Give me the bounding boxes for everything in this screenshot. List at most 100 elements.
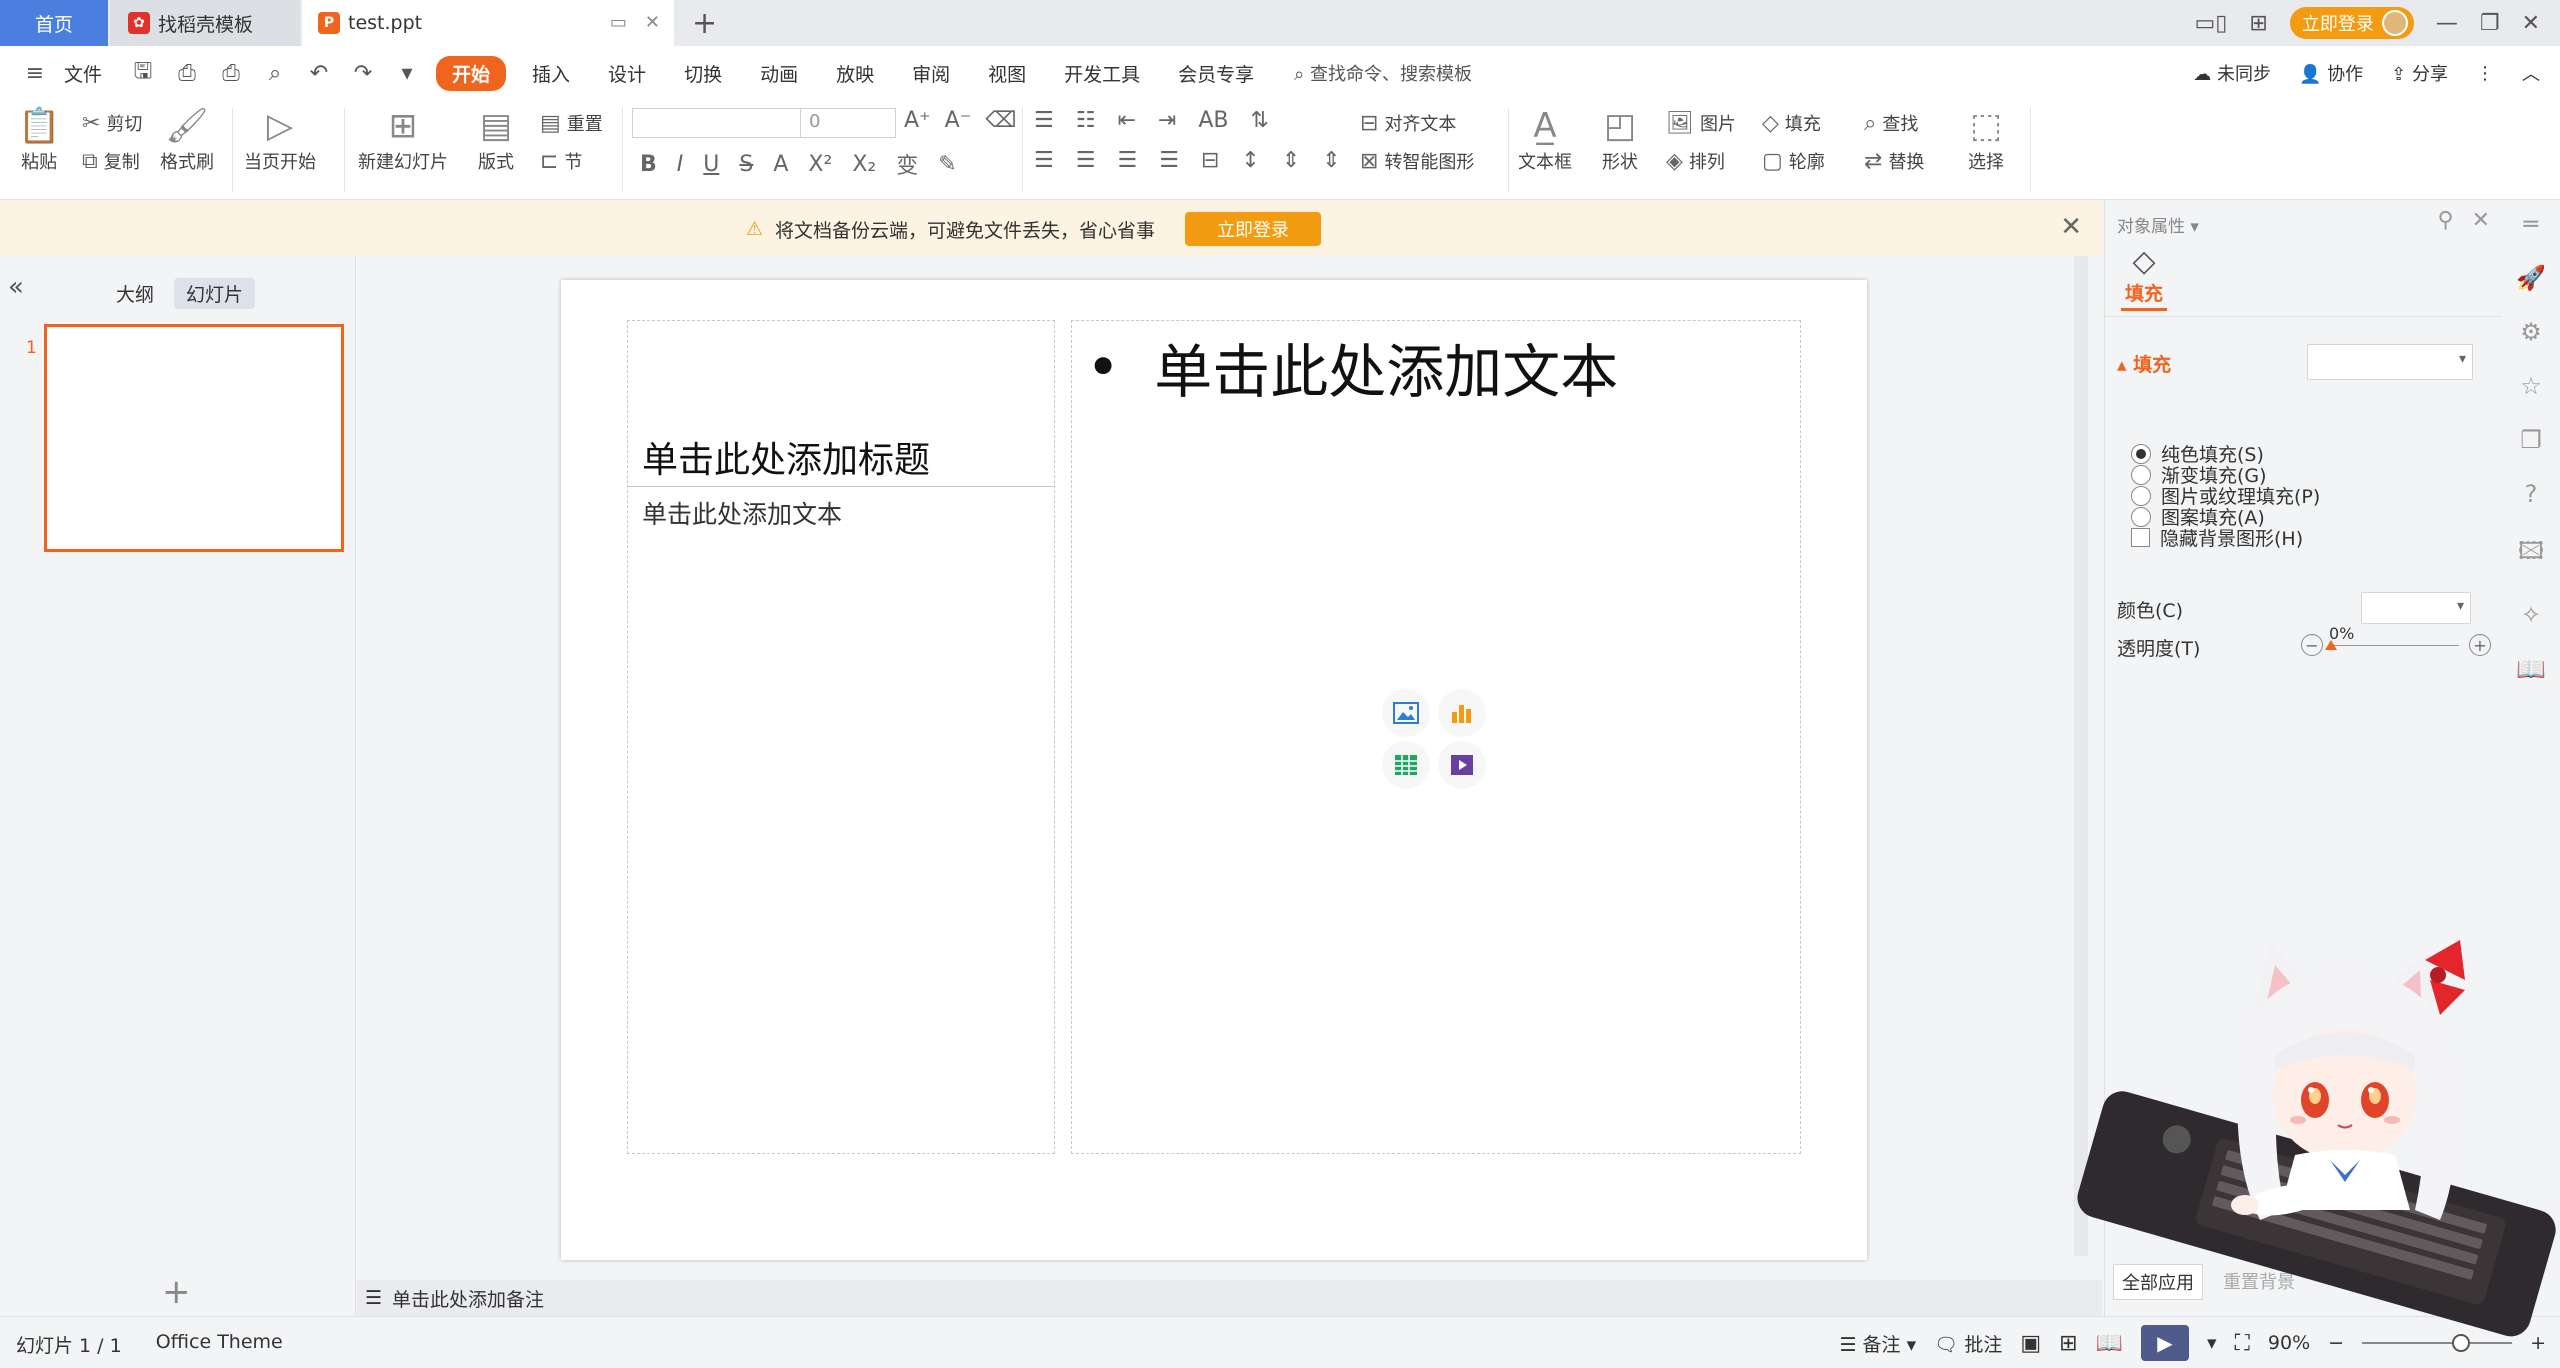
new-slide-button[interactable]: ⊞ 新建幻灯片 [358, 104, 448, 174]
menu-design[interactable]: 设计 [596, 56, 658, 91]
menu-slideshow[interactable]: 放映 [824, 56, 886, 91]
plus-icon[interactable]: + [2469, 634, 2491, 656]
content-placeholder[interactable]: • 单击此处添加文本 [1071, 320, 1801, 1154]
smart-art-button[interactable]: ⊠ 转智能图形 [1360, 148, 1474, 174]
slider-thumb[interactable] [2325, 640, 2337, 650]
menu-transition[interactable]: 切换 [672, 56, 734, 91]
notes-toggle[interactable]: ☰ 备注 ▾ [1839, 1330, 1916, 1357]
image-icon[interactable]: 🖾 [2518, 534, 2544, 575]
fill-button[interactable]: ◇ 填充 [1762, 110, 1821, 136]
minimize-icon[interactable]: — [2436, 11, 2458, 36]
align-center-icon[interactable]: ☰ [1076, 148, 1096, 173]
line-spacing-icon[interactable]: ↕ [1241, 148, 1259, 173]
menu-developer[interactable]: 开发工具 [1052, 56, 1152, 91]
menu-insert[interactable]: 插入 [520, 56, 582, 91]
underline-icon[interactable]: U [703, 152, 719, 177]
more-icon[interactable]: ⋮ [2476, 63, 2494, 84]
hide-bg-checkbox[interactable] [2131, 528, 2150, 547]
layout-icon[interactable]: ▭▯ [2194, 11, 2227, 36]
slide-thumbnail[interactable] [44, 324, 344, 552]
insert-video-icon[interactable] [1438, 741, 1486, 789]
left-body-placeholder[interactable]: 单击此处添加文本 [642, 495, 842, 531]
sync-button[interactable]: ☁ 未同步 [2193, 60, 2271, 86]
strikethrough-icon[interactable]: S [739, 152, 753, 177]
insert-picture-icon[interactable] [1382, 689, 1430, 737]
align-right-icon[interactable]: ☰ [1117, 148, 1137, 173]
reset-button[interactable]: ▤ 重置 [540, 110, 603, 136]
paste-button[interactable]: 📋 粘贴 [18, 104, 60, 174]
arrange-button[interactable]: ◈ 排列 [1666, 148, 1725, 174]
close-tab-icon[interactable]: ✕ [645, 12, 660, 33]
apps-grid-icon[interactable]: ⊞ [2249, 11, 2267, 36]
help-icon[interactable]: ? [2525, 480, 2538, 508]
color-select[interactable]: ▾ [2361, 592, 2471, 624]
print-icon[interactable]: ⎙ [216, 61, 246, 86]
collapse-ribbon-icon[interactable]: ︿ [2522, 60, 2540, 86]
sliders-icon[interactable]: ⚙ [2520, 318, 2542, 346]
picture-button[interactable]: 🖼 图片 [1666, 110, 1736, 136]
notice-login-button[interactable]: 立即登录 [1185, 212, 1322, 246]
close-panel-icon[interactable]: ✕ [2472, 208, 2490, 233]
close-notice-icon[interactable]: ✕ [2060, 212, 2082, 242]
find-button[interactable]: ⌕ 查找 [1864, 110, 1918, 136]
insert-chart-icon[interactable] [1438, 689, 1486, 737]
menu-view[interactable]: 视图 [976, 56, 1038, 91]
content-text-placeholder[interactable]: • 单击此处添加文本 [1086, 325, 1618, 409]
login-button[interactable]: 立即登录 [2289, 7, 2414, 39]
bold-icon[interactable]: B [640, 152, 657, 177]
distribute-icon[interactable]: ⊟ [1201, 148, 1219, 173]
increase-font-icon[interactable]: A⁺ [904, 108, 931, 133]
tab-outline[interactable]: 大纲 [104, 278, 166, 309]
play-current-button[interactable]: ▷ 当页开始 [244, 104, 316, 174]
restore-icon[interactable]: ❐ [2480, 11, 2500, 36]
text-direction-icon[interactable]: AB [1198, 108, 1228, 133]
compass-icon[interactable]: ✧ [2521, 601, 2541, 629]
numbering-icon[interactable]: ☷ [1076, 108, 1096, 133]
highlight-icon[interactable]: ✎ [938, 152, 956, 177]
customize-icon[interactable]: ▾ [392, 61, 422, 86]
menu-home[interactable]: 开始 [436, 55, 507, 91]
add-slide-icon[interactable]: + [162, 1272, 191, 1312]
insert-table-icon[interactable] [1382, 741, 1430, 789]
menu-animation[interactable]: 动画 [748, 56, 810, 91]
command-search[interactable]: ⌕ 查找命令、搜索模板 [1294, 60, 1472, 86]
save-icon[interactable]: 🖫 [128, 54, 158, 92]
hamburger-icon[interactable]: ≡ [20, 61, 50, 86]
font-color-icon[interactable]: A [773, 152, 788, 177]
phonetic-icon[interactable]: 变 [896, 148, 918, 180]
decrease-font-icon[interactable]: A⁻ [945, 108, 972, 133]
pin-screen-icon[interactable]: ▭ [610, 12, 627, 33]
share-button[interactable]: ⇪ 分享 [2391, 60, 2448, 86]
font-size-select[interactable]: 0 [800, 108, 896, 138]
tab-slides[interactable]: 幻灯片 [174, 278, 256, 309]
fill-tab[interactable]: ◇ 填充 [2121, 244, 2168, 311]
layout-button[interactable]: ▤ 版式 [478, 104, 514, 174]
bullets-icon[interactable]: ☰ [1034, 108, 1054, 133]
menu-review[interactable]: 审阅 [900, 56, 962, 91]
transparency-slider[interactable]: − 0% + [2301, 624, 2491, 660]
font-name-select[interactable] [632, 108, 802, 138]
collapse-strip-icon[interactable]: ═ [2524, 210, 2538, 238]
left-placeholder[interactable]: 单击此处添加标题 单击此处添加文本 [627, 320, 1055, 1154]
export-pdf-icon[interactable]: ⎙ [172, 61, 202, 86]
align-text-button[interactable]: ⊟ 对齐文本 [1360, 110, 1456, 136]
columns-icon[interactable]: ⇕ [1322, 148, 1340, 173]
sort-icon[interactable]: ⇅ [1251, 108, 1269, 133]
zoom-slider[interactable] [2362, 1334, 2513, 1352]
hide-background-option[interactable]: 隐藏背景图形(H) [2131, 524, 2303, 551]
pin-icon[interactable]: ⚲ [2437, 208, 2453, 233]
redo-icon[interactable]: ↷ [348, 61, 378, 86]
decrease-indent-icon[interactable]: ⇤ [1117, 108, 1135, 133]
left-title-placeholder[interactable]: 单击此处添加标题 [642, 431, 930, 483]
superscript-icon[interactable]: X² [808, 152, 832, 177]
mascot-character[interactable] [2070, 920, 2560, 1340]
book-icon[interactable]: 📖 [2516, 655, 2546, 683]
justify-icon[interactable]: ☰ [1159, 148, 1179, 173]
menu-member[interactable]: 会员专享 [1166, 56, 1266, 91]
normal-view-icon[interactable]: ▣ [2020, 1331, 2041, 1356]
star-icon[interactable]: ☆ [2520, 372, 2542, 400]
increase-indent-icon[interactable]: ⇥ [1158, 108, 1176, 133]
close-window-icon[interactable]: ✕ [2522, 11, 2540, 36]
tab-template[interactable]: ✿ 找稻壳模板 [110, 0, 300, 46]
section-button[interactable]: ⊏ 节 [540, 148, 582, 174]
